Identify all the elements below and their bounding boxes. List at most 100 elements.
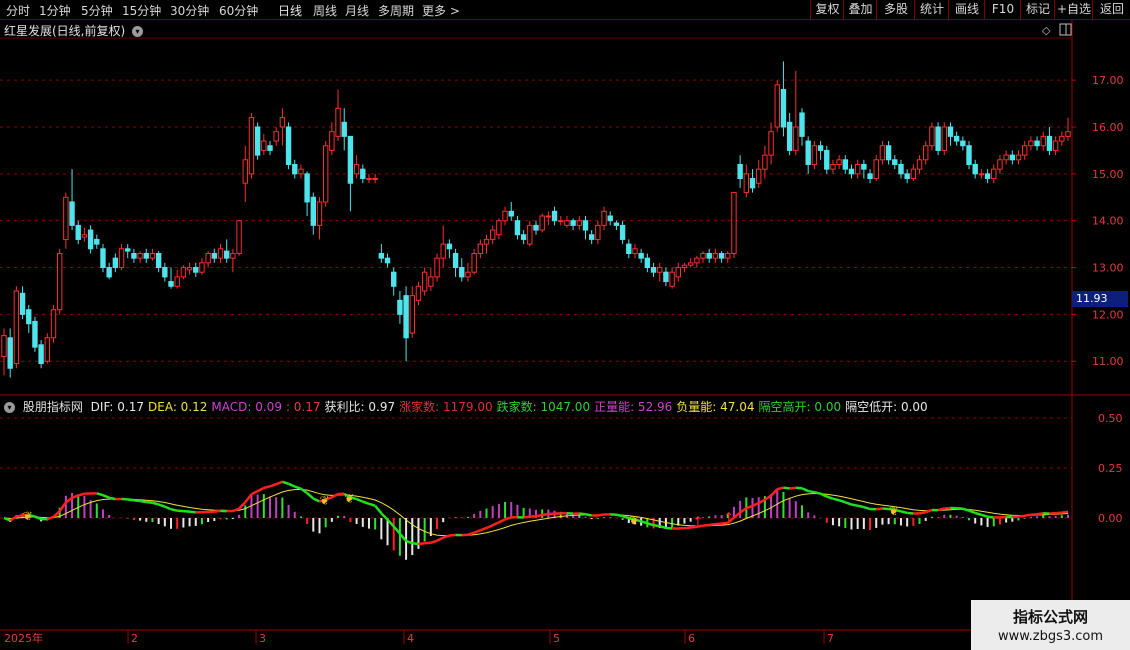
candle-body — [248, 117, 255, 175]
period-tab-0[interactable]: 分时 — [6, 2, 30, 19]
dif-line-segment — [343, 492, 352, 499]
dif-line-segment — [498, 518, 506, 524]
candle-body — [452, 252, 459, 269]
price-tick-label: 14.00 — [1092, 215, 1124, 228]
month-label: 2 — [131, 632, 138, 645]
dif-line-segment — [1018, 514, 1025, 518]
indicator-field-3: : 0.17 — [285, 400, 321, 414]
dif-line-segment — [146, 500, 153, 504]
candle-body — [174, 276, 180, 287]
period-tab-2[interactable]: 5分钟 — [81, 2, 113, 19]
diamond-icon: ◇ — [1042, 24, 1051, 37]
dif-line-segment — [739, 507, 748, 514]
dif-line-segment — [96, 492, 104, 497]
candle-body — [415, 285, 422, 301]
candle-body — [867, 173, 873, 180]
toolbar-button-2[interactable]: 多股 — [876, 0, 915, 19]
dif-line-segment — [269, 482, 277, 488]
dif-line-segment — [956, 506, 963, 510]
candle-body — [811, 145, 818, 165]
candle-body — [861, 163, 867, 170]
candle-body — [873, 159, 879, 180]
dea-line — [3, 488, 1069, 537]
candle-body — [910, 168, 917, 180]
period-tab-5[interactable]: 60分钟 — [219, 2, 258, 19]
period-tab-7[interactable]: 周线 — [313, 2, 337, 19]
dif-line-segment — [882, 507, 889, 511]
dif-line-segment — [844, 501, 852, 506]
candle-body — [848, 168, 855, 175]
period-tab-6[interactable]: 日线 — [278, 2, 302, 19]
dif-line-segment — [46, 515, 54, 521]
dif-line-segment — [486, 524, 494, 530]
candle-body — [489, 229, 496, 240]
period-tab-4[interactable]: 30分钟 — [170, 2, 209, 19]
candle-body — [304, 173, 310, 203]
candle-body — [217, 248, 224, 259]
butterfly-icon: ❦ — [629, 514, 639, 528]
candle-body — [953, 135, 960, 142]
dif-line-segment — [783, 486, 790, 490]
candle-body — [155, 252, 162, 269]
candle-body — [786, 121, 793, 151]
stock-title: 红星发展(日线,前复权) — [4, 24, 126, 38]
chevron-down-icon[interactable]: ▾ — [132, 26, 144, 37]
dif-line-segment — [937, 507, 945, 512]
candle-body — [1046, 135, 1053, 151]
candle-body — [725, 252, 731, 259]
dif-line-segment — [541, 512, 549, 517]
dif-line-segment — [640, 520, 648, 525]
candle-body — [63, 196, 69, 240]
candle-body — [607, 215, 613, 222]
dif-line-segment — [1055, 511, 1062, 515]
candle-body — [892, 159, 898, 165]
candle-body — [675, 267, 681, 278]
main-chart: 17.00 16.00 15.00 14.00 13.00 12.00 11.00 ◇ 0.50… — [0, 0, 1130, 645]
month-label: 7 — [827, 632, 834, 645]
toolbar-button-8[interactable]: 返回 — [1092, 0, 1130, 19]
candle-body — [149, 252, 156, 259]
period-tab-1[interactable]: 1分钟 — [39, 2, 71, 19]
candle-body — [26, 309, 32, 325]
toolbar-button-7[interactable]: +自选 — [1054, 0, 1093, 19]
candle-body — [854, 163, 861, 175]
dif-line-segment — [807, 489, 815, 494]
toolbar-button-6[interactable]: 标记 — [1020, 0, 1055, 19]
dif-line-segment — [1024, 513, 1032, 517]
candle-body — [391, 271, 397, 287]
candle-body — [1059, 135, 1065, 142]
toolbar-button-4[interactable]: 画线 — [948, 0, 985, 19]
candle-body — [947, 126, 954, 137]
current-price-tag: 11.93 — [1072, 291, 1128, 307]
indicator-field-1: DEA: 0.12 — [148, 400, 208, 414]
toolbar-button-3[interactable]: 统计 — [914, 0, 949, 19]
dif-line-segment — [442, 534, 450, 539]
toolbar-button-5[interactable]: F10 — [984, 0, 1021, 19]
candle-body — [768, 131, 774, 156]
dif-line-segment — [721, 521, 728, 525]
chevron-down-icon[interactable]: ▾ — [4, 402, 15, 413]
candle-body — [409, 295, 415, 334]
dif-line-segment — [770, 488, 779, 497]
candle-body — [421, 271, 428, 292]
toolbar-button-1[interactable]: 叠加 — [843, 0, 877, 19]
arrow-up-icon: ↑ — [724, 510, 734, 524]
period-tab-3[interactable]: 15分钟 — [122, 2, 161, 19]
candle-body — [273, 131, 279, 142]
period-tab-9[interactable]: 多周期 — [378, 2, 414, 19]
toolbar-button-0[interactable]: 复权 — [810, 0, 844, 19]
candle-body — [322, 145, 329, 203]
dif-line-segment — [214, 509, 221, 513]
dif-line-segment — [250, 489, 259, 496]
price-tick-label: 15.00 — [1092, 168, 1124, 181]
period-tab-8[interactable]: 月线 — [345, 2, 369, 19]
candle-body — [657, 267, 663, 273]
candle-body — [1015, 154, 1022, 161]
period-tab-10[interactable]: 更多 > — [422, 2, 460, 19]
candle-body — [644, 257, 651, 269]
candle-body — [112, 257, 119, 269]
candle-body — [681, 264, 688, 269]
dif-line-segment — [263, 485, 271, 490]
indicator-field-6: 跌家数: 1047.00 — [496, 400, 591, 414]
dif-line-segment — [702, 523, 710, 527]
